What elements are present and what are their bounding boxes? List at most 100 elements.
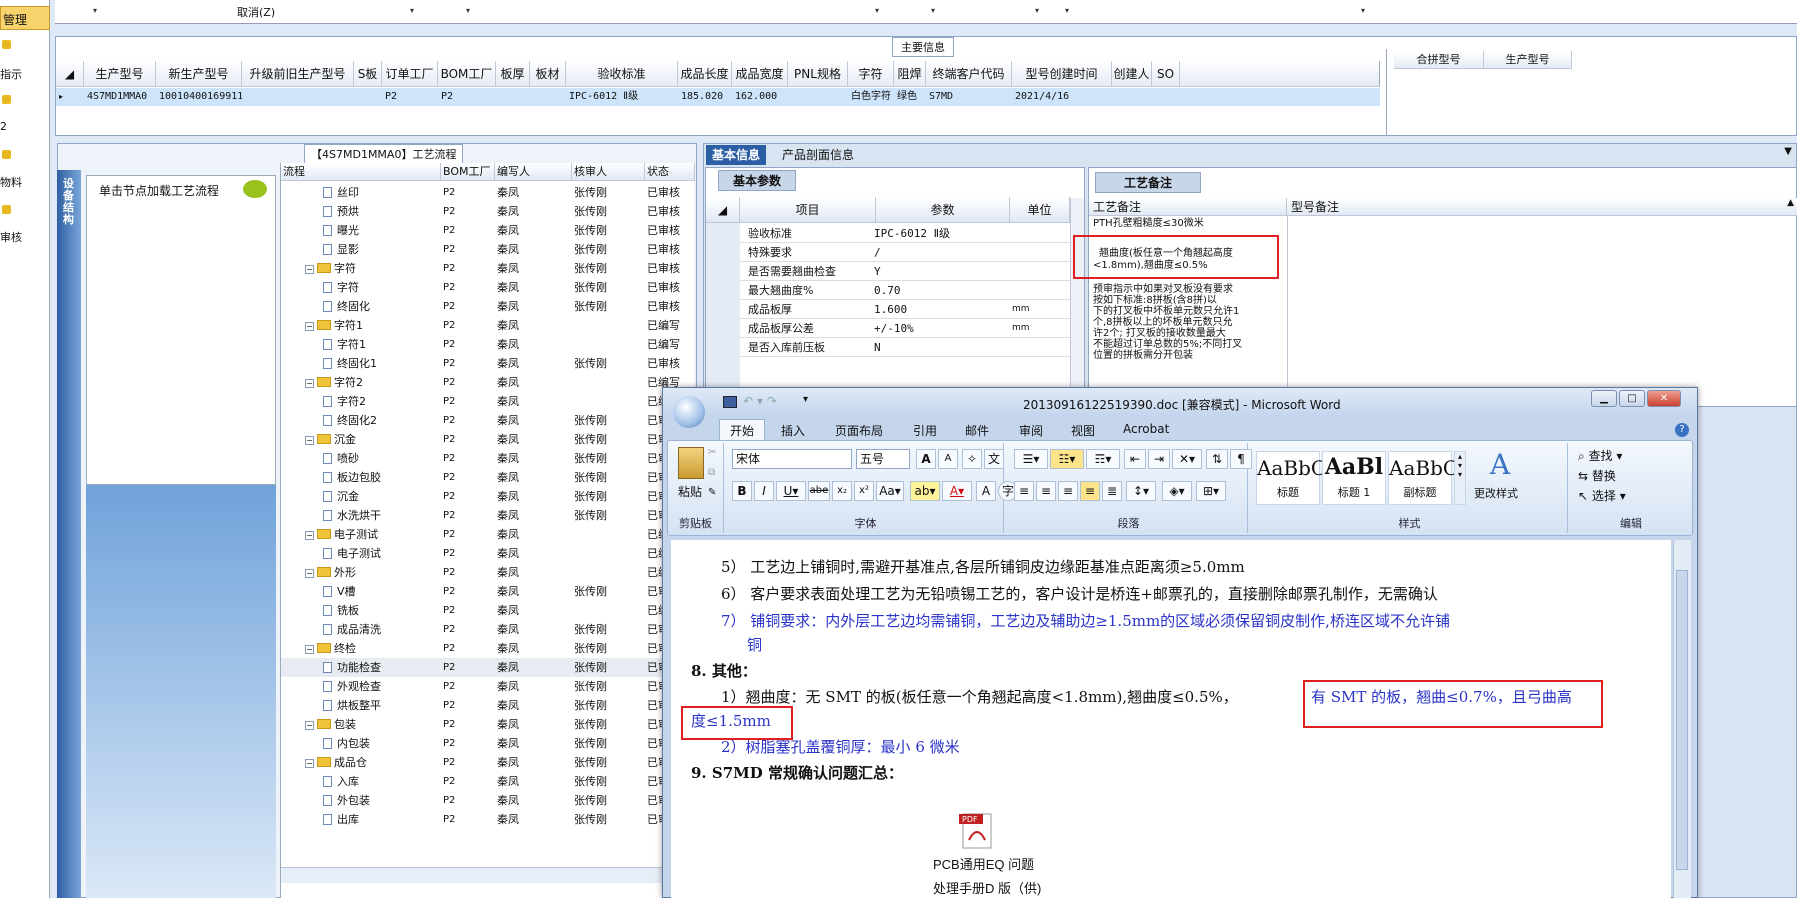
- align-right-button[interactable]: ≡: [1058, 481, 1078, 501]
- col-header[interactable]: 板材: [530, 61, 566, 87]
- maximize-button[interactable]: □: [1619, 390, 1645, 407]
- equipment-structure-tab[interactable]: 设备结构: [57, 170, 81, 898]
- format-painter-icon[interactable]: ✎: [708, 487, 716, 498]
- tab-references[interactable]: 引用: [913, 422, 937, 439]
- undo-icon[interactable]: ↶ ▾ ↷: [743, 394, 777, 408]
- tree-row[interactable]: 字符1 P2 秦凤 已编写: [281, 335, 681, 354]
- tree-row[interactable]: −包装P2秦凤张传刚已审核: [281, 715, 681, 734]
- panel-menu-icon[interactable]: ▼: [1784, 146, 1792, 157]
- tree-col-writer[interactable]: 编写人: [495, 163, 572, 181]
- cell[interactable]: [1112, 88, 1152, 106]
- tab-basic-params[interactable]: 基本参数: [718, 170, 797, 191]
- col-header[interactable]: 终端客户代码: [926, 61, 1012, 87]
- col-header[interactable]: 成品长度: [678, 61, 732, 87]
- collapse-icon[interactable]: −: [305, 721, 314, 730]
- collapse-icon[interactable]: −: [305, 531, 314, 540]
- tree-row[interactable]: V槽P2秦凤张传刚已审核: [281, 582, 681, 601]
- cell-created-time[interactable]: 2021/4/16: [1012, 88, 1112, 106]
- col-header[interactable]: 型号创建时间: [1012, 61, 1112, 87]
- change-case-button[interactable]: Aa▾: [876, 481, 904, 501]
- tree-row[interactable]: 入库P2秦凤张传刚已审核: [281, 772, 681, 791]
- dropdown-arrow-icon[interactable]: ▾: [93, 6, 97, 15]
- document-page[interactable]: 5） 工艺边上铺铜时,需避开基准点,各层所铺铜皮边缘距基准点距离须≥5.0mm …: [671, 540, 1671, 898]
- cell[interactable]: [1152, 88, 1380, 106]
- select-button[interactable]: ↖ 选择 ▾: [1578, 487, 1626, 504]
- multilevel-list-button[interactable]: ☶▾: [1086, 449, 1120, 469]
- param-header-item[interactable]: 项目: [740, 197, 876, 223]
- dropdown-arrow-icon[interactable]: ▾: [410, 6, 414, 15]
- param-row[interactable]: 最大翘曲度% 0.70: [740, 281, 1070, 300]
- style-heading-1[interactable]: AaBl 标题 1: [1322, 451, 1386, 505]
- bullets-button[interactable]: ☰▾: [1014, 449, 1048, 469]
- line-spacing-button[interactable]: ↕▾: [1126, 481, 1156, 501]
- cell[interactable]: [242, 88, 354, 106]
- col-header-production-model[interactable]: 生产型号: [1484, 51, 1572, 69]
- quick-access-menu-icon[interactable]: ▾: [803, 394, 808, 405]
- dropdown-arrow-icon[interactable]: ▾: [1065, 6, 1069, 15]
- scroll-thumb[interactable]: [1676, 570, 1688, 870]
- cell[interactable]: [354, 88, 382, 106]
- replace-button[interactable]: ⇆ 替换: [1578, 467, 1616, 484]
- find-button[interactable]: ⌕ 查找 ▾: [1578, 447, 1622, 464]
- shrink-font-button[interactable]: A: [938, 449, 958, 469]
- minimize-button[interactable]: ▁: [1591, 390, 1617, 407]
- tab-basic-info[interactable]: 基本信息: [706, 145, 767, 165]
- style-subtitle[interactable]: AaBbC 副标题: [1388, 451, 1458, 505]
- col-header[interactable]: 订单工厂: [382, 61, 438, 87]
- distributed-button[interactable]: ≣: [1102, 481, 1122, 501]
- tree-row[interactable]: − 字符2 P2 秦凤 已编写: [281, 373, 681, 392]
- collapse-icon[interactable]: −: [305, 645, 314, 654]
- col-header[interactable]: 验收标准: [566, 61, 678, 87]
- horizontal-scrollbar[interactable]: [281, 867, 695, 883]
- param-header-unit[interactable]: 单位: [1010, 197, 1070, 223]
- font-size-select[interactable]: 五号: [856, 449, 910, 469]
- tree-row[interactable]: 预烘 P2 秦凤 张传刚 已审核: [281, 202, 681, 221]
- align-left-button[interactable]: ≡: [1014, 481, 1034, 501]
- cell-new-model[interactable]: 10010400169911: [156, 88, 242, 106]
- subscript-button[interactable]: x₂: [832, 481, 852, 501]
- cell-length[interactable]: 185.020: [678, 88, 732, 106]
- cell-acceptance-standard[interactable]: IPC-6012 Ⅱ级: [566, 88, 678, 106]
- show-marks-button[interactable]: ¶: [1230, 449, 1252, 469]
- col-header[interactable]: SO: [1152, 61, 1180, 87]
- col-header[interactable]: PNL规格: [788, 61, 848, 87]
- borders-button[interactable]: ⊞▾: [1196, 481, 1226, 501]
- tree-row[interactable]: 字符 P2 秦凤 张传刚 已审核: [281, 278, 681, 297]
- col-header-merged-model[interactable]: 合拼型号: [1394, 51, 1484, 69]
- clear-format-button[interactable]: ✧: [962, 449, 982, 469]
- scroll-up-icon[interactable]: ▲: [1787, 198, 1794, 208]
- cell-solder-mask[interactable]: 绿色: [894, 88, 926, 106]
- col-header[interactable]: 板厚: [496, 61, 530, 87]
- tab-home[interactable]: 开始: [719, 419, 766, 441]
- tree-row[interactable]: 终固化1 P2 秦凤 张传刚 已审核: [281, 354, 681, 373]
- notes-header-model[interactable]: 型号备注: [1287, 198, 1797, 216]
- collapse-icon[interactable]: −: [305, 322, 314, 331]
- style-title[interactable]: AaBbC 标题: [1256, 451, 1326, 505]
- pdf-attachment-icon[interactable]: PDF: [957, 810, 997, 850]
- tree-row[interactable]: 沉金P2秦凤张传刚已审核: [281, 487, 681, 506]
- styles-scroll[interactable]: ▴ ▾ ▾: [1454, 451, 1466, 505]
- tab-acrobat[interactable]: Acrobat: [1123, 422, 1169, 436]
- highlight-button[interactable]: ab▾: [910, 481, 940, 501]
- tree-row[interactable]: 烘板整平P2秦凤张传刚已审核: [281, 696, 681, 715]
- cell-bom-factory[interactable]: P2: [438, 88, 496, 106]
- tree-row[interactable]: 内包装P2秦凤张传刚已审核: [281, 734, 681, 753]
- tree-row[interactable]: 外观检查P2秦凤张传刚已审核: [281, 677, 681, 696]
- tree-col-flow[interactable]: 流程: [281, 163, 441, 181]
- dropdown-arrow-icon[interactable]: ▾: [1361, 6, 1365, 15]
- tab-view[interactable]: 视图: [1071, 422, 1095, 439]
- col-header[interactable]: S板: [354, 61, 382, 87]
- cell[interactable]: [788, 88, 848, 106]
- tree-row[interactable]: 字符2P2秦凤已编写: [281, 392, 681, 411]
- justify-button[interactable]: ≡: [1080, 481, 1100, 501]
- col-header[interactable]: 成品宽度: [732, 61, 788, 87]
- nav-item-review[interactable]: 审核: [0, 229, 22, 245]
- vertical-scrollbar[interactable]: [1070, 198, 1084, 406]
- tree-row[interactable]: − 字符1 P2 秦凤 已编写: [281, 316, 681, 335]
- tree-row[interactable]: −沉金P2秦凤张传刚已审核: [281, 430, 681, 449]
- cell-width[interactable]: 162.000: [732, 88, 788, 106]
- dropdown-arrow-icon[interactable]: ▾: [931, 6, 935, 15]
- strikethrough-button[interactable]: abe: [808, 481, 830, 501]
- tree-row[interactable]: 铣板P2秦凤已编写: [281, 601, 681, 620]
- col-header[interactable]: 字符: [848, 61, 894, 87]
